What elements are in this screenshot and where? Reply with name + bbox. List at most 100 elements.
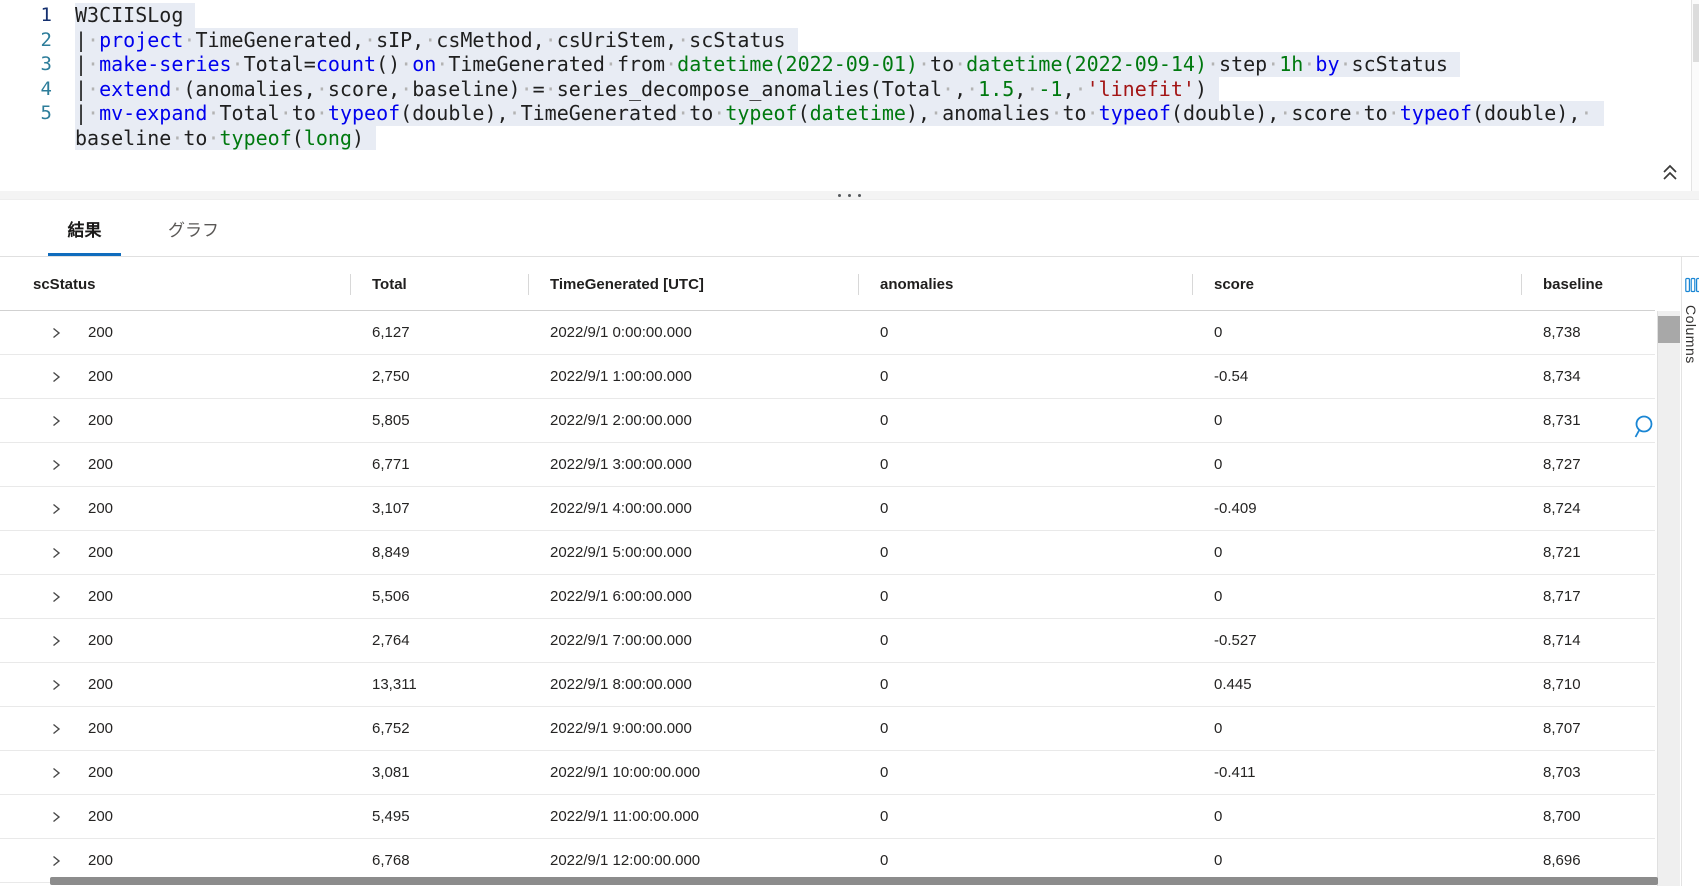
code-line[interactable]: 2 |·project·TimeGenerated,·sIP,·csMethod,… [0, 27, 1699, 52]
chevron-right-icon [53, 459, 61, 470]
column-header-total[interactable]: Total [350, 257, 528, 311]
code-line[interactable]: 3 |·make-series·Total=count()·on·TimeGene… [0, 52, 1699, 77]
expand-row-chevron[interactable] [50, 722, 62, 736]
cell-total: 13,311 [372, 676, 417, 693]
cell-baseline: 8,721 [1543, 544, 1581, 561]
table-row[interactable]: 200 5,506 2022/9/1 6:00:00.000 0 0 8,717 [0, 575, 1655, 619]
code-line[interactable]: 5 |·mv-expand·Total·to·typeof(double),·Ti… [0, 101, 1699, 126]
collapse-editor-button[interactable] [1658, 160, 1682, 186]
code-lines[interactable]: 1 W3CIISLog 2 |·project·TimeGenerated,·sIP,… [0, 0, 1699, 150]
cell-anomalies: 0 [880, 544, 889, 561]
tab-chart[interactable]: グラフ [150, 200, 237, 256]
cell-baseline: 8,710 [1543, 676, 1581, 693]
cell-baseline: 8,696 [1543, 852, 1581, 869]
table-row[interactable]: 200 6,771 2022/9/1 3:00:00.000 0 0 8,727 [0, 443, 1655, 487]
table-row[interactable]: 200 8,849 2022/9/1 5:00:00.000 0 0 8,721 [0, 531, 1655, 575]
cell-scstatus: 200 [0, 324, 350, 341]
cell-score: 0 [1214, 544, 1223, 561]
drag-handle-dot [848, 193, 851, 197]
column-header-scstatus[interactable]: scStatus [0, 257, 350, 311]
table-row[interactable]: 200 2,750 2022/9/1 1:00:00.000 0 -0.54 8… [0, 355, 1655, 399]
expand-row-chevron[interactable] [50, 546, 62, 560]
results-tabbar: 結果 グラフ [0, 200, 1699, 437]
line-number: 5 [40, 102, 52, 124]
chevron-right-icon [53, 855, 61, 866]
cell-timegenerated: 2022/9/1 7:00:00.000 [550, 632, 692, 649]
column-header-anomalies[interactable]: anomalies [858, 257, 1192, 311]
column-header-timegenerated[interactable]: TimeGenerated [UTC] [528, 257, 858, 311]
cell-score: 0 [1214, 324, 1223, 341]
cell-baseline: 8,724 [1543, 500, 1581, 517]
chevron-double-up-icon [1663, 164, 1677, 180]
chevron-right-icon [53, 635, 61, 646]
vertical-scrollbar-thumb[interactable] [1658, 316, 1680, 343]
cell-total: 5,495 [372, 808, 410, 825]
table-row[interactable]: 200 3,081 2022/9/1 10:00:00.000 0 -0.411… [0, 751, 1655, 795]
column-header-baseline[interactable]: baseline [1521, 257, 1655, 311]
editor-scrollbar-thumb[interactable] [1693, 4, 1699, 62]
cell-scstatus: 200 [0, 676, 350, 693]
query-editor[interactable]: 1 W3CIISLog 2 |·project·TimeGenerated,·sIP,… [0, 0, 1699, 191]
cell-score: 0.445 [1214, 676, 1252, 693]
tab-results[interactable]: 結果 [48, 200, 121, 256]
cell-scstatus: 200 [0, 588, 350, 605]
vertical-scrollbar[interactable] [1657, 311, 1680, 886]
table-row[interactable]: 200 6,752 2022/9/1 9:00:00.000 0 0 8,707 [0, 707, 1655, 751]
cell-scstatus: 200 [0, 500, 350, 517]
horizontal-scrollbar[interactable] [50, 877, 1658, 885]
results-grid: scStatus Total TimeGenerated [UTC] anoma… [0, 257, 1681, 886]
expand-row-chevron[interactable] [50, 590, 62, 604]
table-header-row: scStatus Total TimeGenerated [UTC] anoma… [0, 257, 1655, 311]
cell-anomalies: 0 [880, 676, 889, 693]
cell-total: 5,506 [372, 588, 410, 605]
table-row[interactable]: 200 3,107 2022/9/1 4:00:00.000 0 -0.409 … [0, 487, 1655, 531]
cell-total: 2,764 [372, 632, 410, 649]
cell-scstatus: 200 [0, 720, 350, 737]
cell-anomalies: 0 [880, 456, 889, 473]
cell-anomalies: 0 [880, 720, 889, 737]
cell-timegenerated: 2022/9/1 5:00:00.000 [550, 544, 692, 561]
editor-scrollbar[interactable] [1691, 0, 1699, 191]
expand-row-chevron[interactable] [50, 634, 62, 648]
columns-panel-toggle[interactable]: Columns [1681, 257, 1699, 886]
expand-row-chevron[interactable] [50, 766, 62, 780]
cell-total: 8,849 [372, 544, 410, 561]
code-line[interactable]: 4 |·extend·(anomalies,·score,·baseline)·=… [0, 76, 1699, 101]
expand-row-chevron[interactable] [50, 810, 62, 824]
columns-icon [1685, 277, 1699, 293]
table-row[interactable]: 200 5,805 2022/9/1 2:00:00.000 0 0 8,731 [0, 399, 1655, 443]
chevron-right-icon [53, 547, 61, 558]
expand-row-chevron[interactable] [50, 414, 62, 428]
cell-total: 3,081 [372, 764, 410, 781]
cell-timegenerated: 2022/9/1 12:00:00.000 [550, 852, 701, 869]
table-row[interactable]: 200 6,127 2022/9/1 0:00:00.000 0 0 8,738 [0, 311, 1655, 355]
drag-handle-dot [838, 193, 841, 197]
table-row[interactable]: 200 5,495 2022/9/1 11:00:00.000 0 0 8,70… [0, 795, 1655, 839]
expand-row-chevron[interactable] [50, 678, 62, 692]
expand-row-chevron[interactable] [50, 502, 62, 516]
pane-splitter[interactable] [0, 191, 1699, 200]
cell-timegenerated: 2022/9/1 4:00:00.000 [550, 500, 692, 517]
cell-baseline: 8,738 [1543, 324, 1581, 341]
line-number: 3 [40, 53, 52, 75]
expand-row-chevron[interactable] [50, 326, 62, 340]
expand-row-chevron[interactable] [50, 854, 62, 868]
cell-score: -0.54 [1214, 368, 1249, 385]
code-line[interactable]: baseline·to·typeof(long) [0, 125, 1699, 150]
expand-row-chevron[interactable] [50, 370, 62, 384]
cell-baseline: 8,714 [1543, 632, 1581, 649]
cell-score: 0 [1214, 720, 1223, 737]
expand-row-chevron[interactable] [50, 458, 62, 472]
cell-total: 5,805 [372, 412, 410, 429]
cell-total: 3,107 [372, 500, 410, 517]
table-row[interactable]: 200 2,764 2022/9/1 7:00:00.000 0 -0.527 … [0, 619, 1655, 663]
cell-anomalies: 0 [880, 764, 889, 781]
cell-scstatus: 200 [0, 808, 350, 825]
cell-anomalies: 0 [880, 632, 889, 649]
drag-handle-dot [858, 193, 861, 197]
table-body: 200 6,127 2022/9/1 0:00:00.000 0 0 8,738… [0, 311, 1681, 883]
table-row[interactable]: 200 13,311 2022/9/1 8:00:00.000 0 0.445 … [0, 663, 1655, 707]
chevron-right-icon [53, 767, 61, 778]
code-line[interactable]: 1 W3CIISLog [0, 3, 1699, 28]
column-header-score[interactable]: score [1192, 257, 1521, 311]
